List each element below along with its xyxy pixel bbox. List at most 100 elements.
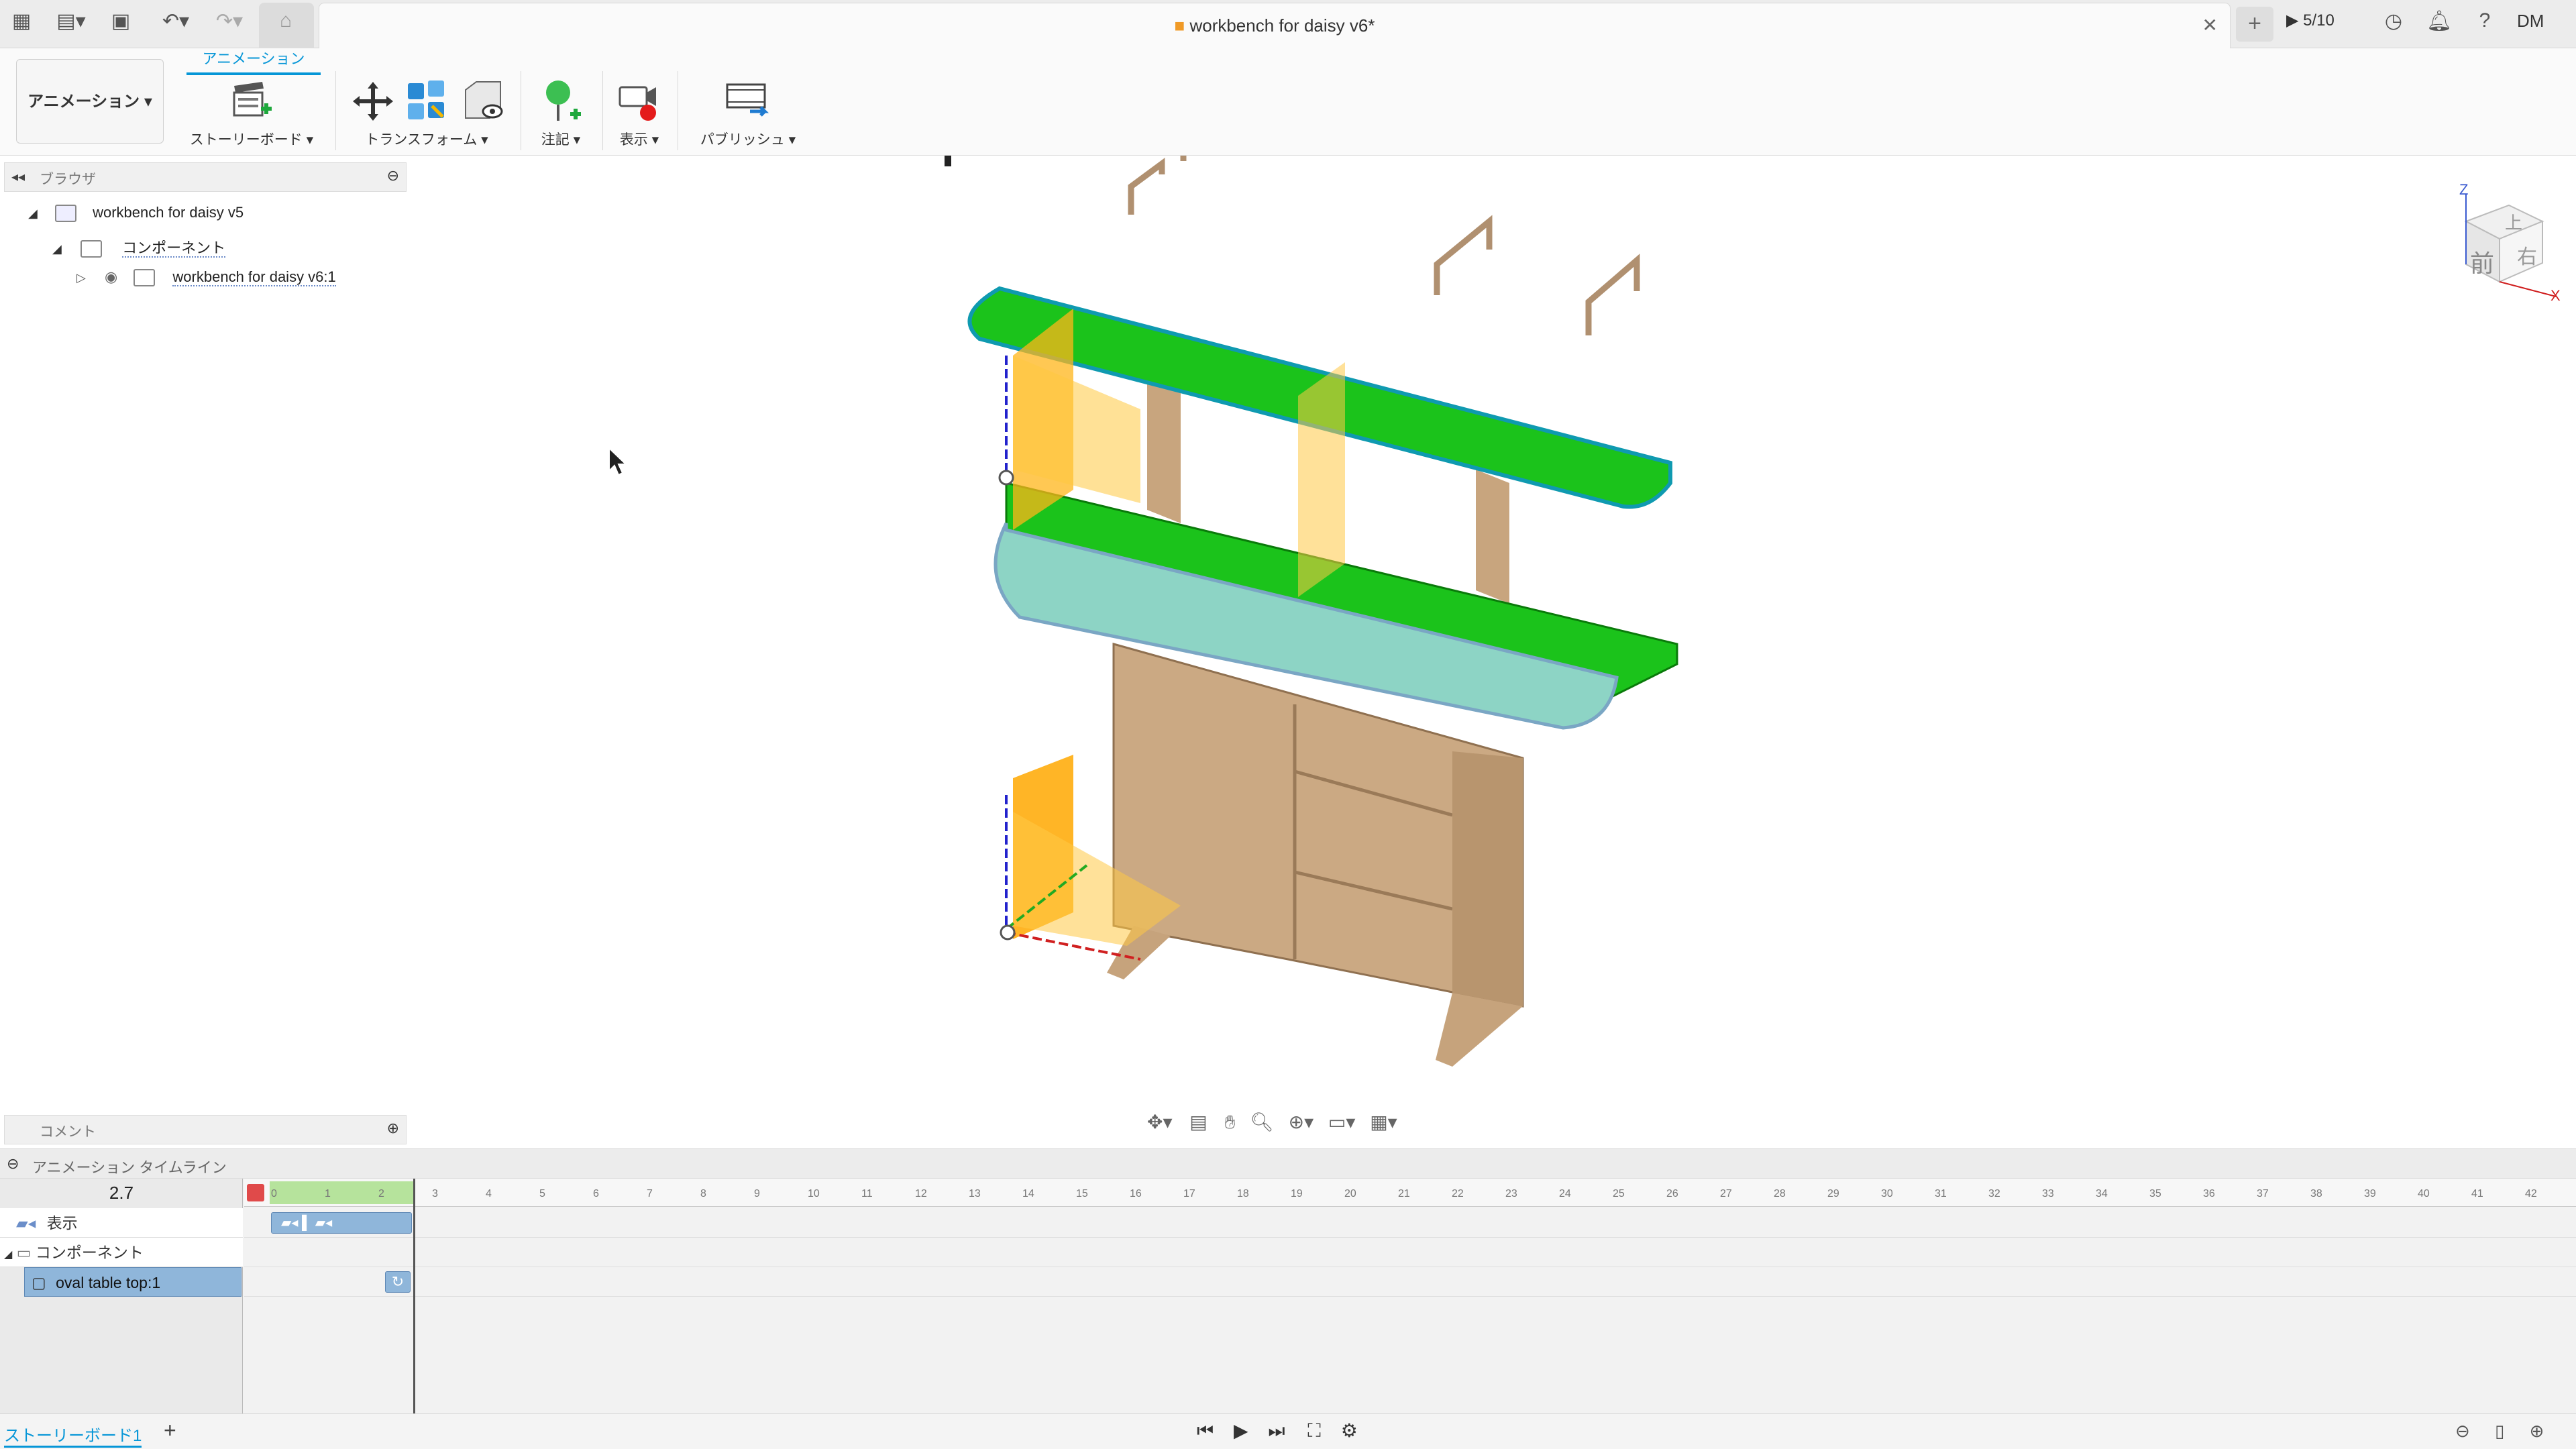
zoom-icon[interactable]: 🔍︎ [1250, 1112, 1274, 1132]
viewcube-right[interactable]: 右 [2517, 240, 2537, 270]
current-time[interactable]: 2.7 [0, 1179, 243, 1207]
playhead[interactable] [413, 1179, 415, 1414]
redo-icon[interactable]: ↷▾ [209, 9, 250, 33]
track-components[interactable]: ◢ ▭ コンポーネント [0, 1238, 243, 1267]
look-at-icon[interactable]: ▤ [1189, 1112, 1207, 1132]
publish-label: パブリッシュ [700, 132, 785, 148]
collapse-timeline-icon[interactable]: ⊖ [7, 1155, 19, 1173]
expand-triangle-icon[interactable]: ▷ [76, 271, 86, 284]
3d-viewport[interactable]: 上 前 右 Z X ✥▾ ▤ ✋︎ 🔍︎ ⊕▾ ▭▾ ▦▾ [407, 156, 2576, 1142]
status-bar: ストーリーボード1 + ⏮︎ ▶︎ ⏭︎ ⛶ ⚙︎ ⊖ ▯ ⊕ [0, 1413, 2576, 1449]
child-label: workbench for daisy v6:1 [172, 268, 336, 286]
timeline-ruler[interactable]: 0 1 2 3 4 5 6 7 8 9 10 11 12 13 14 15 16… [244, 1179, 2576, 1207]
title-bar: ▦ ▤▾ ▣ ↶▾ ↷▾ ⌂ ■ workbench for daisy v6*… [0, 0, 2576, 48]
file-icon[interactable]: ▤▾ [52, 9, 90, 33]
fit-page-icon[interactable]: ▯ [2495, 1421, 2504, 1441]
zoom-out-icon[interactable]: ⊖ [2455, 1421, 2470, 1441]
view-track-lane: ▰◂ ▌ ▰◂ [244, 1208, 2576, 1238]
settings-icon[interactable]: ⚙︎ [1341, 1420, 1358, 1441]
storyboard-group[interactable]: ストーリーボード ▾ [181, 76, 322, 153]
camera-icon: ▰◂ [16, 1214, 36, 1232]
film-icon [726, 83, 769, 117]
comments-panel-header[interactable]: コメント ⊕ [4, 1115, 407, 1144]
help-icon[interactable]: ? [2471, 9, 2498, 32]
tree-components[interactable]: ◢ コンポーネント [52, 236, 226, 260]
display-settings-icon[interactable]: ▭▾ [1328, 1112, 1356, 1132]
panel-toggle-icon[interactable]: ⊖ [387, 167, 399, 184]
show-hide-icon [465, 81, 503, 119]
navigation-bar: ✥▾ ▤ ✋︎ 🔍︎ ⊕▾ ▭▾ ▦▾ [1147, 1111, 1429, 1139]
timeline-title: アニメーション タイムライン [32, 1159, 227, 1176]
play-icon[interactable]: ▶︎ [1234, 1420, 1248, 1441]
viewcube-front[interactable]: 前 [2470, 244, 2494, 279]
zoom-controls: ⊖ ▯ ⊕ [2455, 1421, 2544, 1442]
fit-icon[interactable]: ⊕▾ [1289, 1112, 1314, 1132]
publish-group[interactable]: パブリッシュ ▾ [691, 76, 805, 153]
start-marker-icon[interactable] [247, 1184, 264, 1201]
components-label: コンポーネント [122, 239, 226, 258]
playback-controls: ⏮︎ ▶︎ ⏭︎ ⛶ ⚙︎ [1197, 1419, 1358, 1442]
tree-root[interactable]: ◢ workbench for daisy v5 [28, 204, 244, 228]
grid-icon[interactable]: ▦ [9, 9, 34, 33]
collapse-triangle-icon[interactable]: ◢ [52, 242, 62, 256]
timeline-tracks-panel: 2.7 ▰◂ 表示 ◢ ▭ コンポーネント ▢ oval table top:1 [0, 1179, 243, 1414]
collapse-triangle-icon[interactable]: ◢ [4, 1249, 12, 1260]
transform-group[interactable]: トランスフォーム ▾ [346, 76, 507, 153]
root-label: workbench for daisy v5 [93, 204, 244, 221]
fullscreen-icon[interactable]: ⛶ [1307, 1420, 1321, 1441]
axis-x-label: X [2551, 287, 2561, 304]
transform-icon [353, 82, 393, 121]
tree-child[interactable]: ▷ ◉ workbench for daisy v6:1 [76, 268, 336, 292]
pin-icon [546, 80, 581, 121]
transform-label: トランスフォーム [365, 132, 478, 148]
home-tab[interactable]: ⌂ [259, 3, 314, 48]
add-comment-icon[interactable]: ⊕ [387, 1120, 399, 1137]
skip-end-icon[interactable]: ⏭︎ [1268, 1420, 1285, 1441]
annotation-group[interactable]: 注記 ▾ [527, 76, 594, 153]
brackets [1128, 156, 1640, 335]
eye-icon[interactable]: ◉ [105, 268, 117, 285]
plus-icon[interactable]: + [2236, 7, 2273, 42]
camera-keyframes[interactable]: ▰◂ ▌ ▰◂ [271, 1212, 412, 1234]
workspace-dropdown[interactable]: アニメーション ▾ [16, 59, 164, 144]
annotation-label: 注記 [541, 132, 570, 148]
view-cube[interactable]: 上 前 右 Z X [2442, 181, 2563, 304]
skip-start-icon[interactable]: ⏮︎ [1197, 1420, 1214, 1441]
undo-icon[interactable]: ↶▾ [156, 9, 196, 33]
clock-icon[interactable]: ◷ [2380, 9, 2407, 33]
grid-settings-icon[interactable]: ▦▾ [1370, 1112, 1397, 1132]
orbit-icon[interactable]: ✥▾ [1147, 1112, 1173, 1132]
rotate-keyframe-icon[interactable]: ↻ [385, 1271, 411, 1293]
add-storyboard-icon[interactable]: + [164, 1418, 176, 1443]
track-view[interactable]: ▰◂ 表示 [0, 1208, 243, 1238]
track-oval-table-top[interactable]: ▢ oval table top:1 [24, 1267, 241, 1297]
storyboard-tab[interactable]: ストーリーボード1 [4, 1422, 142, 1448]
browser-panel-header[interactable]: ◂◂ ブラウザ ⊖ [4, 162, 407, 192]
folder-icon [80, 240, 102, 258]
user-initials[interactable]: DM [2517, 11, 2544, 32]
bell-icon[interactable]: 🔔︎ [2426, 9, 2453, 33]
collapse-panel-icon[interactable]: ◂◂ [11, 168, 25, 185]
axis-z-label: Z [2459, 181, 2469, 198]
viewcube-top[interactable]: 上 [2505, 209, 2522, 234]
save-icon[interactable]: ▣ [107, 9, 134, 33]
pan-icon[interactable]: ✋︎ [1225, 1112, 1236, 1132]
collapse-triangle-icon[interactable]: ◢ [28, 207, 38, 220]
separator [602, 71, 603, 150]
job-icon: ▶ [2286, 11, 2304, 30]
zoom-in-icon[interactable]: ⊕ [2530, 1421, 2544, 1441]
oval-table-track-lane: ↻ [244, 1267, 2576, 1297]
view-record-icon [619, 86, 656, 121]
document-title: workbench for daisy v6* [1189, 15, 1375, 36]
view-group[interactable]: 表示 ▾ [609, 76, 669, 153]
assembly-icon [54, 205, 76, 223]
document-tab[interactable]: ■ workbench for daisy v6* ✕ [319, 3, 2231, 48]
view-label: 表示 [619, 132, 648, 148]
tab-animation[interactable]: アニメーション [186, 47, 321, 75]
close-icon[interactable]: ✕ [2202, 14, 2218, 36]
comments-title: コメント [40, 1124, 96, 1140]
storyboard-icon [233, 82, 272, 117]
job-status[interactable]: ▶ 5/10 [2286, 11, 2334, 30]
workbench-model [608, 156, 1678, 1067]
browser-title: ブラウザ [40, 172, 96, 187]
